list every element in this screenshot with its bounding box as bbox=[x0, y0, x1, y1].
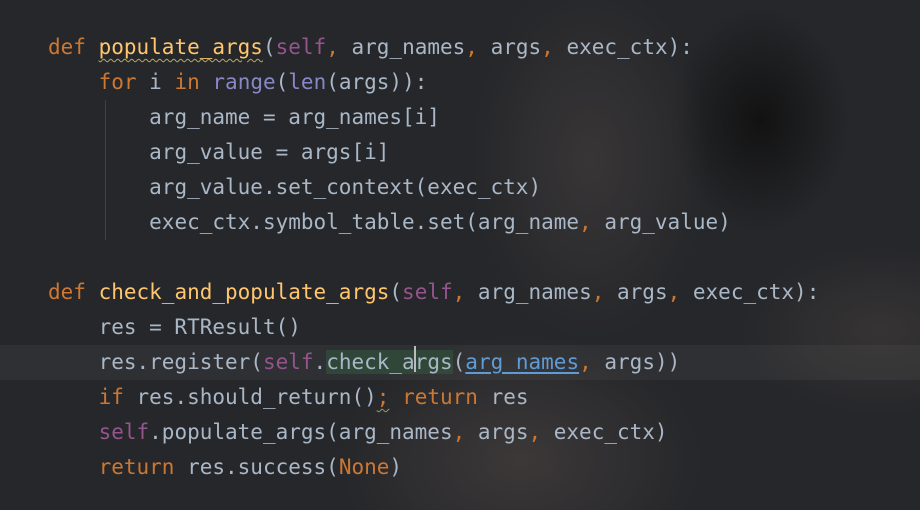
comma: , bbox=[667, 280, 681, 304]
comma: , bbox=[452, 280, 466, 304]
code-line-11[interactable]: if res.should_return(); return res bbox=[0, 380, 920, 415]
keyword-if: if bbox=[98, 385, 124, 409]
statement-text: res.success( bbox=[174, 455, 339, 479]
paren: ( bbox=[262, 35, 276, 59]
statement-text: arg_value) bbox=[591, 210, 731, 234]
keyword-return: return bbox=[98, 455, 175, 479]
statement-text: arg_name = arg_names[i] bbox=[149, 105, 440, 129]
comma: , bbox=[326, 35, 339, 59]
statement-text: exec_ctx.symbol_table.set(arg_name bbox=[149, 210, 580, 234]
code-line-1[interactable]: def populate_args(self, arg_names, args,… bbox=[0, 30, 920, 65]
comma: , bbox=[465, 35, 478, 59]
keyword-def: def bbox=[48, 280, 86, 304]
code-line-12[interactable]: self.populate_args(arg_names, args, exec… bbox=[0, 415, 920, 450]
function-name-check-and-populate-args[interactable]: check_and_populate_args bbox=[99, 280, 390, 304]
comma: , bbox=[528, 420, 542, 444]
builtin-range: range bbox=[212, 70, 276, 94]
loop-var: i bbox=[136, 70, 175, 94]
code-line-9[interactable]: res = RTResult() bbox=[0, 310, 920, 345]
keyword-def: def bbox=[48, 35, 86, 59]
indent-guide bbox=[105, 100, 106, 135]
statement-text: args bbox=[465, 420, 529, 444]
statement-text: exec_ctx) bbox=[541, 420, 668, 444]
keyword-for: for bbox=[98, 70, 137, 94]
semicolon-warning[interactable]: ; bbox=[377, 385, 390, 409]
statement-text: arg_value.set_context(exec_ctx) bbox=[149, 175, 542, 199]
statement-text: res bbox=[477, 385, 529, 409]
statement-text: res.should_return() bbox=[123, 385, 377, 409]
statement-text: arg_value = args[i] bbox=[149, 140, 390, 164]
comma: , bbox=[579, 210, 592, 234]
loop-rest: (args)): bbox=[326, 70, 428, 94]
code-area[interactable]: def populate_args(self, arg_names, args,… bbox=[0, 30, 920, 485]
paren-colon: ): bbox=[667, 35, 693, 59]
method-check-args-highlight: check_a bbox=[326, 350, 415, 374]
statement-text: res.register( bbox=[98, 350, 263, 374]
builtin-len: len bbox=[288, 70, 327, 94]
keyword-return: return bbox=[402, 385, 478, 409]
code-line-13[interactable]: return res.success(None) bbox=[0, 450, 920, 485]
comma: , bbox=[541, 35, 554, 59]
function-name-populate-args[interactable]: populate_args bbox=[99, 35, 263, 59]
param-arg-names: arg_names bbox=[465, 280, 592, 304]
param-exec-ctx: exec_ctx bbox=[680, 280, 795, 304]
code-line-6[interactable]: exec_ctx.symbol_table.set(arg_name, arg_… bbox=[0, 205, 920, 240]
code-line-4[interactable]: arg_value = args[i] bbox=[0, 135, 920, 170]
param-arg-names: arg_names bbox=[338, 35, 466, 59]
indent-guide bbox=[105, 170, 106, 205]
param-exec-ctx: exec_ctx bbox=[553, 35, 668, 59]
keyword-in: in bbox=[174, 70, 200, 94]
param-hint-link[interactable]: arg_names bbox=[465, 350, 579, 374]
code-line-7-blank[interactable] bbox=[0, 240, 920, 275]
code-line-10-current[interactable]: res.register(self.check_args(arg_names, … bbox=[0, 345, 920, 380]
code-editor[interactable]: def populate_args(self, arg_names, args,… bbox=[0, 0, 920, 510]
param-args: args bbox=[477, 35, 542, 59]
self-ref: self bbox=[98, 420, 150, 444]
comma: , bbox=[452, 420, 466, 444]
code-line-5[interactable]: arg_value.set_context(exec_ctx) bbox=[0, 170, 920, 205]
constant-none: None bbox=[338, 455, 390, 479]
comma: , bbox=[579, 350, 592, 374]
code-line-3[interactable]: arg_name = arg_names[i] bbox=[0, 100, 920, 135]
param-args: args bbox=[604, 280, 668, 304]
statement-text: .populate_args(arg_names bbox=[149, 420, 453, 444]
indent-guide bbox=[105, 135, 106, 170]
self-param: self bbox=[275, 35, 327, 59]
self-param: self bbox=[402, 280, 453, 304]
comma: , bbox=[591, 280, 605, 304]
statement-text: args)) bbox=[591, 350, 681, 374]
self-ref: self bbox=[262, 350, 314, 374]
indent-guide bbox=[105, 205, 106, 240]
statement-text: res = RTResult() bbox=[98, 315, 301, 339]
code-line-2[interactable]: for i in range(len(args)): bbox=[0, 65, 920, 100]
method-check-args-highlight: rgs bbox=[414, 350, 453, 374]
code-line-8[interactable]: def check_and_populate_args(self, arg_na… bbox=[0, 275, 920, 310]
